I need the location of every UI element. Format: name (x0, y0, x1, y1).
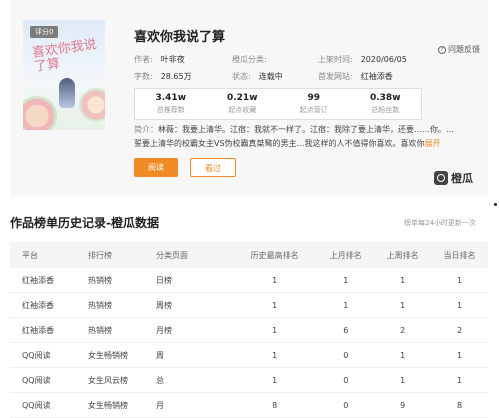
stat-favorites: 0.21w 起点收藏 (226, 93, 258, 114)
ranking-section-title: 作品榜单历史记录-橙瓜数据 (10, 216, 159, 230)
feedback-label: 问题反馈 (448, 45, 480, 54)
stat-subscriptions: 99 起点营订 (299, 93, 328, 114)
book-cover[interactable]: 评分0 喜欢你我说了算 (23, 20, 105, 130)
col-list: 排行榜 (88, 242, 156, 268)
chengua-logo-icon (434, 171, 448, 185)
expand-link[interactable]: 展开 (425, 139, 441, 148)
col-platform: 平台 (10, 242, 88, 268)
col-last-month: 上月排名 (317, 242, 375, 268)
meta-category: 橙瓜分类: (232, 55, 267, 64)
update-note: 榜单每24小时更新一次 (404, 219, 476, 227)
stat-fans: 0.38w 总粉丝数 (369, 93, 401, 114)
meta-word-count: 字数: 28.65万 (134, 72, 192, 81)
rating-badge: 评分0 (30, 26, 59, 38)
meta-publish-date: 上架时间: 2020/06/05 (318, 55, 407, 64)
stat-recommend: 3.41w 总推荐数 (155, 93, 187, 114)
table-row: QQ阅读 女生风云榜总 1011 (10, 367, 488, 393)
table-row: 红袖添香 热销榜 月榜 1622 (10, 317, 488, 343)
cover-flower-illustration (23, 96, 57, 130)
book-title: 喜欢你我说了算 (134, 30, 226, 45)
table-row: 红袖添香 热销榜 日榜 1111 (10, 268, 488, 293)
meta-author: 作者: 叶非夜 (134, 55, 185, 64)
cover-figure-illustration (59, 78, 75, 108)
table-header-row: 平台 排行榜 分类页面 历史最高排名 上月排名 上周排名 当日排名 (10, 242, 488, 268)
meta-first-site: 首发网站: 红袖添香 (318, 72, 393, 81)
col-best-rank: 历史最高排名 (232, 242, 318, 268)
col-category: 分类页面 (156, 242, 232, 268)
table-row: QQ阅读 女生畅销榜周 1011 (10, 342, 488, 368)
ranking-table: 平台 排行榜 分类页面 历史最高排名 上月排名 上周排名 当日排名 红袖添香 热销… (10, 242, 488, 418)
mark-read-button[interactable]: 看过 (190, 158, 236, 177)
col-today: 当日排名 (431, 242, 488, 268)
stats-panel: 3.41w 总推荐数 0.21w 起点收藏 99 起点营订 0.38w 总粉丝数 (134, 88, 422, 120)
meta-status: 状态: 连载中 (232, 72, 283, 81)
feedback-link[interactable]: ? 问题反馈 (438, 44, 480, 55)
table-row: 红袖添香 热销榜 周榜 1111 (10, 292, 488, 318)
book-intro: 简介：林薇：我要上清华。江宿：我就不一样了。江宿：我除了要上清华，还要……你。…… (134, 125, 454, 148)
cover-flower-illustration (79, 88, 105, 122)
question-icon: ? (438, 45, 446, 54)
cover-title: 喜欢你我说了算 (31, 37, 98, 75)
author-link[interactable]: 叶非夜 (161, 55, 185, 64)
bullet-dot (494, 203, 497, 206)
read-button[interactable]: 阅读 (134, 158, 178, 177)
col-last-week: 上周排名 (374, 242, 432, 268)
brand-logo: 橙瓜 (434, 170, 473, 186)
